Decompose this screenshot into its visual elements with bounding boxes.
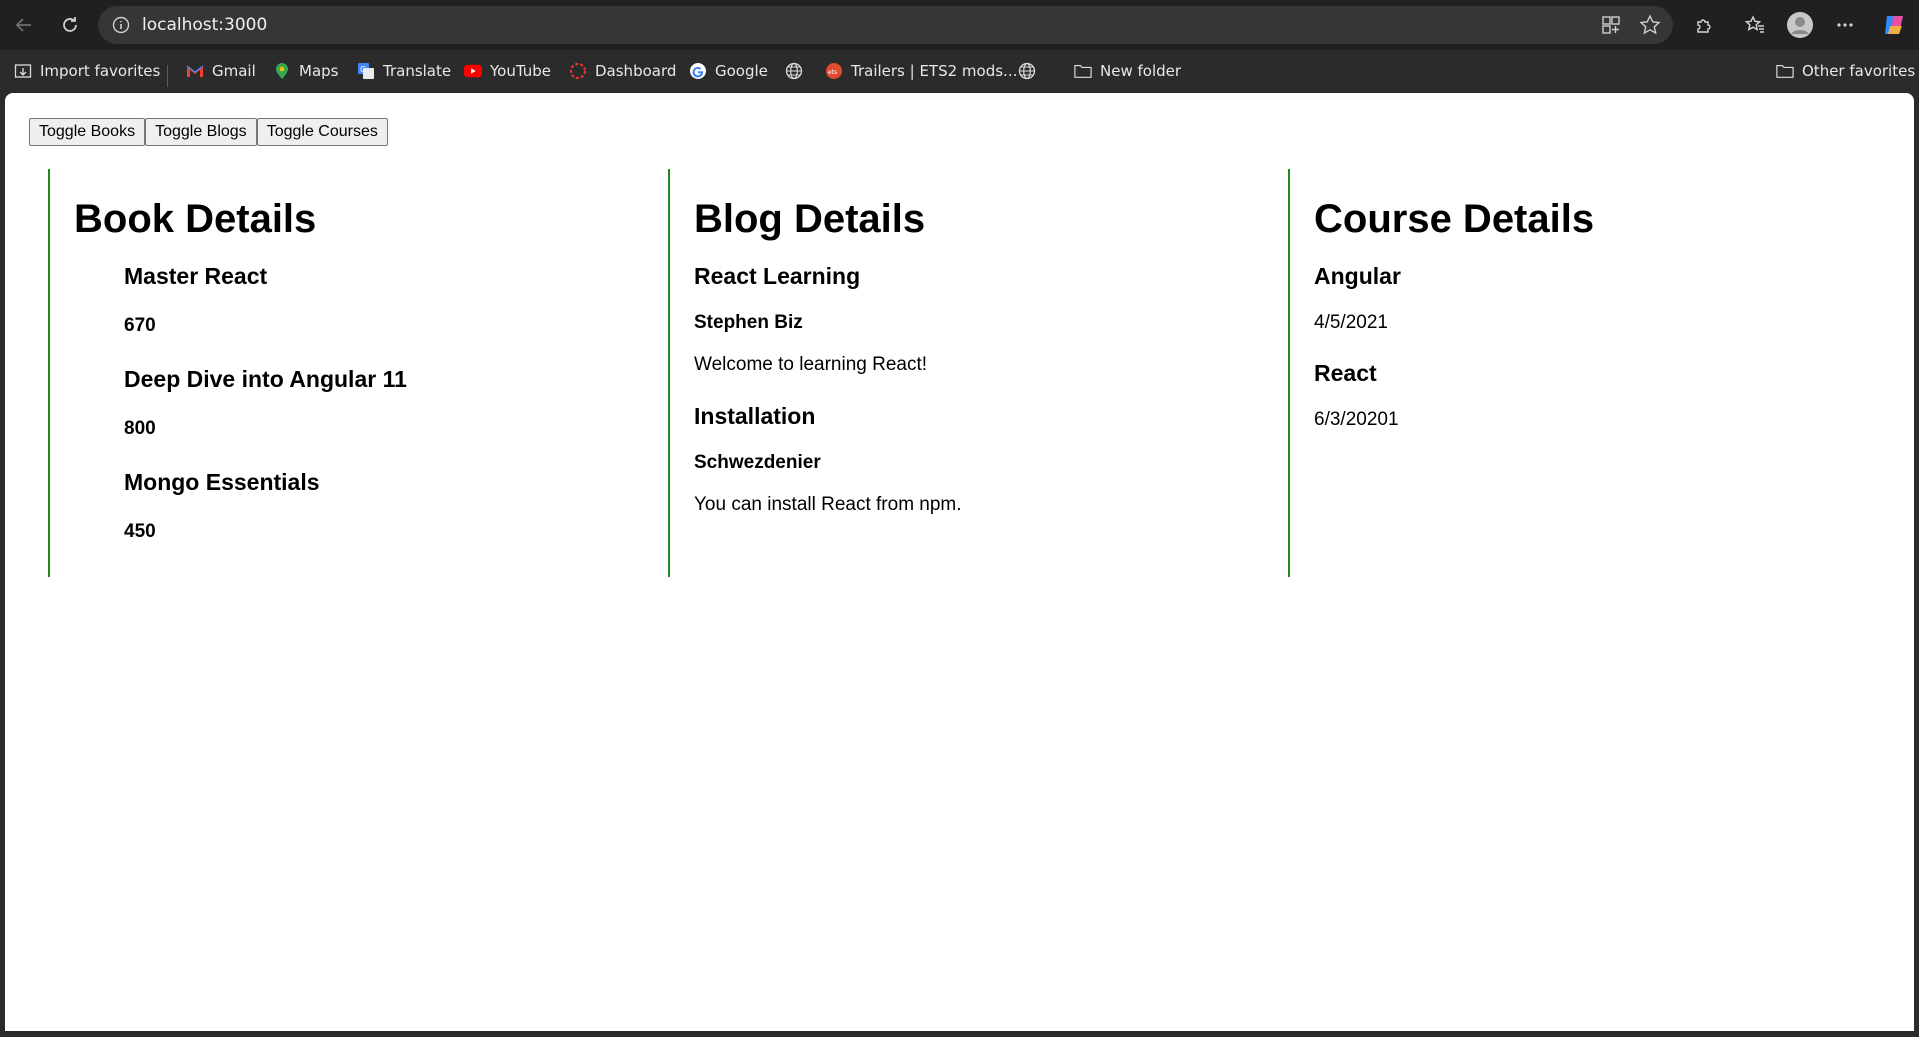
google-icon <box>689 62 707 80</box>
import-favorites-icon <box>14 62 32 80</box>
globe-icon <box>785 62 803 80</box>
youtube-icon <box>464 62 482 80</box>
url-text: localhost:3000 <box>142 15 268 35</box>
site-info-icon[interactable] <box>110 14 132 36</box>
favorite-gmail[interactable]: Gmail <box>186 58 256 84</box>
course-name: Angular <box>1314 263 1401 289</box>
trailers-site-icon: ets <box>825 62 843 80</box>
course-details-panel: Course Details Angular 4/5/2021 React 6/… <box>1288 169 1888 577</box>
blog-title: React Learning <box>694 263 861 289</box>
toggle-books-button[interactable]: Toggle Books <box>29 118 146 146</box>
window-bottom-edge <box>0 1031 1919 1037</box>
book-price: 450 <box>124 521 156 542</box>
browser-toolbar: localhost:3000 <box>0 0 1919 50</box>
copilot-button[interactable] <box>1879 10 1909 40</box>
course-date: 4/5/2021 <box>1314 312 1388 333</box>
book-name: Deep Dive into Angular 11 <box>124 366 407 392</box>
toggle-blogs-button[interactable]: Toggle Blogs <box>145 118 257 146</box>
favorites-button[interactable] <box>1740 10 1770 40</box>
blog-author: Stephen Biz <box>694 312 803 333</box>
favorite-translate[interactable]: G Translate <box>357 58 451 84</box>
app-available-icon[interactable] <box>1599 13 1623 37</box>
course-name: React <box>1314 360 1377 386</box>
favorites-divider <box>167 65 168 87</box>
toggle-courses-button[interactable]: Toggle Courses <box>256 118 388 146</box>
blog-details-panel: Blog Details React Learning Stephen Biz … <box>668 169 1268 577</box>
book-name: Mongo Essentials <box>124 469 320 495</box>
blog-title: Installation <box>694 403 816 429</box>
blog-content: Welcome to learning React! <box>694 354 928 375</box>
favorites-bar: Import favorites Gmail Maps G Translate … <box>0 50 1919 92</box>
book-price: 800 <box>124 418 156 439</box>
extensions-button[interactable] <box>1690 10 1720 40</box>
back-button[interactable] <box>8 9 40 41</box>
refresh-icon <box>63 17 77 32</box>
puzzle-icon <box>1697 19 1711 33</box>
favorite-import[interactable]: Import favorites <box>14 58 160 84</box>
other-favorites[interactable]: Other favorites <box>1776 58 1915 84</box>
book-name: Master React <box>124 263 268 289</box>
favorites-list-icon <box>1744 15 1764 33</box>
course-date: 6/3/20201 <box>1314 409 1399 430</box>
folder-icon <box>1776 62 1794 80</box>
svg-text:ets: ets <box>828 69 837 76</box>
favorite-star-icon[interactable] <box>1638 13 1662 37</box>
favorite-globe-2[interactable] <box>1018 58 1036 84</box>
back-arrow-icon <box>15 18 31 32</box>
copilot-icon <box>1885 16 1903 34</box>
toggle-toolbar: Toggle Books Toggle Blogs Toggle Courses <box>29 118 388 146</box>
profile-button[interactable] <box>1785 10 1815 40</box>
book-details-panel: Book Details Master React 670 Deep Dive … <box>48 169 648 577</box>
svg-text:G: G <box>360 65 366 74</box>
gmail-icon <box>186 62 204 80</box>
blog-author: Schwezdenier <box>694 452 821 473</box>
blog-content: You can install React from npm. <box>694 494 962 515</box>
course-details-heading: Course Details <box>1314 197 1595 241</box>
favorite-maps[interactable]: Maps <box>273 58 338 84</box>
folder-icon <box>1074 62 1092 80</box>
blog-details-heading: Blog Details <box>694 197 926 241</box>
favorite-globe-1[interactable] <box>785 58 803 84</box>
favorite-trailers[interactable]: ets Trailers | ETS2 mods... <box>825 58 1017 84</box>
favorite-google[interactable]: Google <box>689 58 768 84</box>
translate-icon: G <box>357 62 375 80</box>
favorite-dashboard[interactable]: Dashboard <box>569 58 676 84</box>
book-details-heading: Book Details <box>74 197 317 241</box>
dashboard-icon <box>569 62 587 80</box>
address-bar[interactable]: localhost:3000 <box>98 6 1673 44</box>
favorite-youtube[interactable]: YouTube <box>464 58 551 84</box>
refresh-button[interactable] <box>54 9 86 41</box>
maps-icon <box>273 62 291 80</box>
globe-icon <box>1018 62 1036 80</box>
book-price: 670 <box>124 315 156 336</box>
settings-menu-button[interactable] <box>1830 10 1860 40</box>
more-icon <box>1837 23 1853 27</box>
avatar-icon <box>1787 12 1813 38</box>
favorite-new-folder[interactable]: New folder <box>1074 58 1181 84</box>
page-viewport: Toggle Books Toggle Blogs Toggle Courses… <box>5 93 1914 1031</box>
